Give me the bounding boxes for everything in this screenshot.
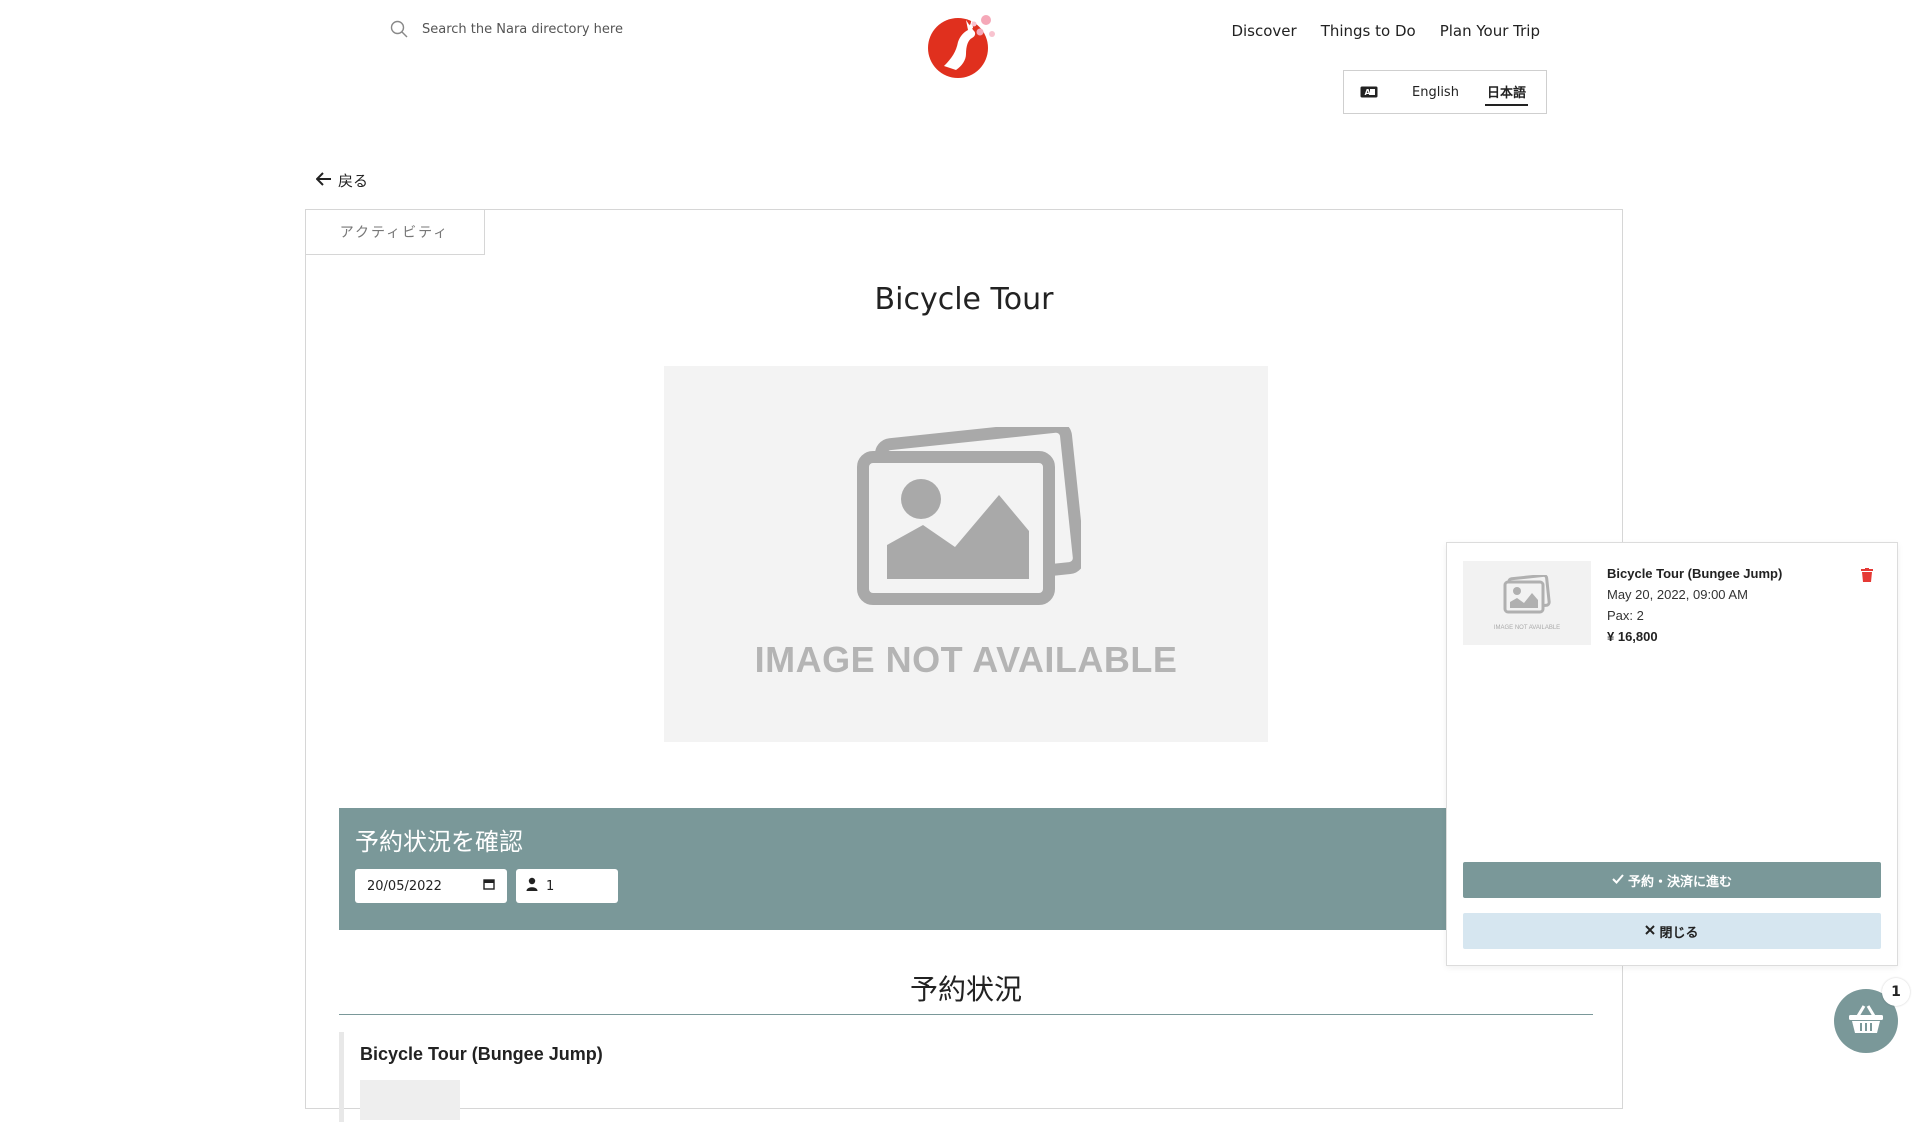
arrow-left-icon <box>315 171 332 190</box>
language-english[interactable]: English <box>1412 85 1459 100</box>
search-icon[interactable] <box>390 20 408 38</box>
pax-value: 1 <box>546 878 555 894</box>
cart-thumb-text: IMAGE NOT AVAILABLE <box>1493 625 1561 631</box>
nav-plan-your-trip[interactable]: Plan Your Trip <box>1440 22 1540 40</box>
result-item: Bicycle Tour (Bungee Jump) <box>339 1032 1544 1122</box>
activity-card: アクティビティ Bicycle Tour IMAGE NOT AVAILABLE… <box>305 209 1623 1122</box>
close-cart-button[interactable]: 閉じる <box>1463 913 1881 949</box>
trash-icon[interactable] <box>1861 567 1873 586</box>
translate-icon: A <box>1360 86 1378 98</box>
image-placeholder-icon <box>1502 573 1552 619</box>
availability-status-title: 予約状況 <box>909 973 1022 1006</box>
proceed-label: 予約・決済に進む <box>1627 874 1732 890</box>
nav-things-to-do[interactable]: Things to Do <box>1321 22 1416 40</box>
search-bar <box>390 20 684 38</box>
main-nav: Discover Things to Do Plan Your Trip <box>1231 22 1540 40</box>
cart-popup: IMAGE NOT AVAILABLE Bicycle Tour (Bungee… <box>1446 542 1898 966</box>
nav-discover[interactable]: Discover <box>1231 22 1296 40</box>
image-placeholder-icon <box>851 420 1085 611</box>
close-icon <box>1645 924 1656 939</box>
date-input[interactable]: 20/05/2022 <box>355 869 507 903</box>
hero-image: IMAGE NOT AVAILABLE <box>664 366 1268 742</box>
image-not-available-text: IMAGE NOT AVAILABLE <box>754 639 1178 680</box>
cart-item-name: Bicycle Tour (Bungee Jump) <box>1607 566 1783 581</box>
site-logo[interactable] <box>922 8 1004 80</box>
date-value: 20/05/2022 <box>367 878 442 894</box>
search-input[interactable] <box>420 20 684 38</box>
cart-item-details: Bicycle Tour (Bungee Jump) May 20, 2022,… <box>1607 563 1782 647</box>
cart-item-thumbnail: IMAGE NOT AVAILABLE <box>1463 561 1591 645</box>
cart-count-badge: 1 <box>1882 978 1910 1006</box>
proceed-to-checkout-button[interactable]: 予約・決済に進む <box>1463 862 1881 898</box>
availability-panel: 予約状況を確認 20/05/2022 1 <box>339 808 1561 930</box>
cart-item-datetime: May 20, 2022, 09:00 AM <box>1607 587 1748 602</box>
page-title: Bicycle Tour <box>874 282 1054 317</box>
language-switcher: A English 日本語 <box>1343 70 1547 114</box>
person-icon <box>526 877 538 895</box>
calendar-icon[interactable] <box>483 878 495 894</box>
cart-item-pax: Pax: 2 <box>1607 608 1644 623</box>
availability-title: 予約状況を確認 <box>355 828 523 856</box>
back-link[interactable]: 戻る <box>315 170 369 191</box>
divider <box>339 1014 1593 1015</box>
close-label: 閉じる <box>1659 925 1699 941</box>
basket-icon <box>1848 1004 1884 1038</box>
check-icon <box>1612 873 1624 888</box>
back-label: 戻る <box>338 172 369 190</box>
result-title[interactable]: Bicycle Tour (Bungee Jump) <box>360 1044 603 1065</box>
category-tab[interactable]: アクティビティ <box>305 209 485 255</box>
language-japanese[interactable]: 日本語 <box>1484 79 1528 106</box>
result-thumbnail <box>360 1080 460 1120</box>
pax-input[interactable]: 1 <box>516 869 618 903</box>
cart-item-price: ¥ 16,800 <box>1607 629 1658 644</box>
